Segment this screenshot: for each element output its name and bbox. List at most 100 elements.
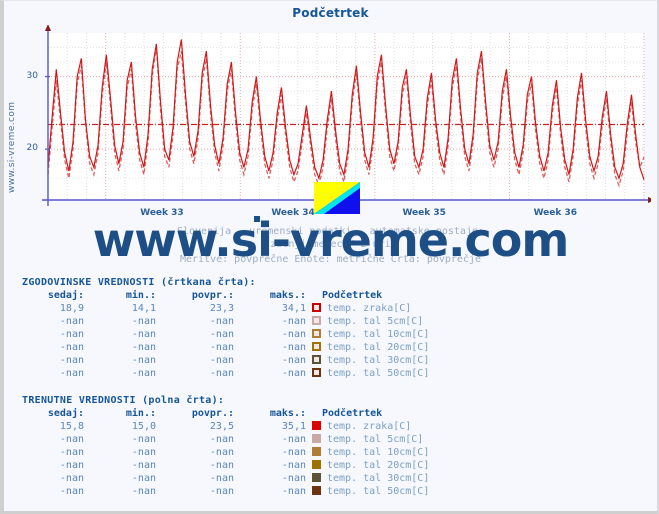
cell-min: -nan [131,434,156,445]
legend-swatch-icon [312,368,321,377]
historical-values-block: ZGODOVINSKE VREDNOSTI (črtkana črta): se… [22,277,429,380]
cell-povpr: -nan [209,434,234,445]
table-row: -nan -nan -nan -nan temp. tal 10cm[C] [22,446,429,459]
legend-label: temp. tal 20cm[C] [327,460,430,471]
cell-sedaj: -nan [59,486,84,497]
col-povpr: povpr.: [191,290,234,301]
cell-sedaj: -nan [59,447,84,458]
table-row: -nan -nan -nan -nan temp. tal 10cm[C] [22,328,429,341]
cell-povpr: -nan [209,460,234,471]
table-row: 15,8 15,0 23,5 35,1 temp. zraka[C] [22,420,429,433]
subtitle-line-3: Meritve: povprečne Enote: metrične Črta:… [179,254,482,265]
cell-sedaj: -nan [59,473,84,484]
table-row: -nan -nan -nan -nan temp. tal 20cm[C] [22,341,429,354]
cell-min: -nan [131,473,156,484]
legend-label: temp. tal 5cm[C] [327,316,424,327]
cell-maks: -nan [281,460,306,471]
table-row: -nan -nan -nan -nan temp. tal 50cm[C] [22,367,429,380]
cell-series-label: temp. zraka[C] [306,420,429,433]
cell-series-label: temp. tal 50cm[C] [306,367,429,380]
legend-swatch-icon [312,355,321,364]
si-vreme-logo [314,182,360,214]
cell-sedaj: -nan [59,368,84,379]
cell-maks: -nan [281,316,306,327]
cell-povpr: -nan [209,355,234,366]
page-title: Podčetrtek [292,6,369,20]
historical-values-caption: ZGODOVINSKE VREDNOSTI (črtkana črta): [22,277,256,288]
cell-povpr: -nan [209,368,234,379]
cell-sedaj: -nan [59,460,84,471]
legend-label: temp. tal 50cm[C] [327,368,430,379]
col-min: min.: [125,408,156,419]
screenshot-page: Podčetrtek www.si-vreme.com 20 30 Week 33 W… [0,0,659,514]
x-axis-tick-label: Week 34 [271,208,315,218]
y-axis-tick-label: 20 [26,143,38,154]
col-station: Podčetrtek [322,408,383,419]
cell-maks: -nan [281,486,306,497]
table-row: -nan -nan -nan -nan temp. tal 20cm[C] [22,459,429,472]
current-values-table: sedaj: min.: povpr.: maks.: Podčetrtek 1… [22,408,429,498]
cell-min: 14,1 [131,303,156,314]
legend-label: temp. tal 20cm[C] [327,342,430,353]
cell-min: -nan [131,329,156,340]
table-header-row: sedaj: min.: povpr.: maks.: Podčetrtek [22,290,429,302]
cell-povpr: -nan [209,473,234,484]
cell-sedaj: -nan [59,342,84,353]
cell-sedaj: 18,9 [59,303,84,314]
cell-series-label: temp. tal 5cm[C] [306,315,429,328]
legend-swatch-icon [312,460,321,469]
subtitle-line-2: zadnji mesec / 2 uri [270,239,391,250]
cell-maks: -nan [281,329,306,340]
cell-maks: -nan [281,355,306,366]
cell-min: -nan [131,486,156,497]
table-row: -nan -nan -nan -nan temp. tal 5cm[C] [22,315,429,328]
cell-sedaj: -nan [59,329,84,340]
cell-series-label: temp. tal 30cm[C] [306,472,429,485]
cell-maks: 35,1 [281,421,306,432]
x-axis-tick-label: Week 33 [140,208,184,218]
cell-maks: -nan [281,447,306,458]
vertical-site-watermark: www.si-vreme.com [7,101,17,193]
cell-povpr: -nan [209,316,234,327]
cell-povpr: -nan [209,447,234,458]
legend-swatch-icon [312,329,321,338]
legend-swatch-icon [312,303,321,312]
cell-maks: -nan [281,434,306,445]
legend-swatch-icon [312,342,321,351]
cell-sedaj: -nan [59,434,84,445]
cell-series-label: temp. tal 20cm[C] [306,459,429,472]
legend-label: temp. zraka[C] [327,421,412,432]
x-axis-tick-label: Week 35 [402,208,446,218]
legend-swatch-icon [312,316,321,325]
cell-povpr: -nan [209,342,234,353]
cell-povpr: -nan [209,329,234,340]
historical-values-table: sedaj: min.: povpr.: maks.: Podčetrtek 1… [22,290,429,380]
chart-subtitle: Slovenija - vremenski podatki - avtomats… [4,225,657,266]
cell-maks: -nan [281,342,306,353]
cell-sedaj: -nan [59,355,84,366]
cell-series-label: temp. zraka[C] [306,302,429,315]
legend-swatch-icon [312,421,321,430]
legend-label: temp. tal 10cm[C] [327,329,430,340]
col-station: Podčetrtek [322,290,383,301]
cell-povpr: 23,3 [209,303,234,314]
cell-sedaj: -nan [59,316,84,327]
col-maks: maks.: [269,290,306,301]
axis-marker-square [254,216,260,222]
table-row: -nan -nan -nan -nan temp. tal 5cm[C] [22,433,429,446]
cell-maks: 34,1 [281,303,306,314]
cell-series-label: temp. tal 5cm[C] [306,433,429,446]
cell-min: -nan [131,447,156,458]
cell-series-label: temp. tal 10cm[C] [306,328,429,341]
col-min: min.: [125,290,156,301]
cell-povpr: -nan [209,486,234,497]
table-header-row: sedaj: min.: povpr.: maks.: Podčetrtek [22,408,429,420]
legend-swatch-icon [312,473,321,482]
table-row: -nan -nan -nan -nan temp. tal 50cm[C] [22,485,429,498]
cell-series-label: temp. tal 20cm[C] [306,341,429,354]
table-row: -nan -nan -nan -nan temp. tal 30cm[C] [22,472,429,485]
y-axis-tick-label: 30 [26,70,38,81]
col-povpr: povpr.: [191,408,234,419]
cell-maks: -nan [281,368,306,379]
col-sedaj: sedaj: [47,290,84,301]
